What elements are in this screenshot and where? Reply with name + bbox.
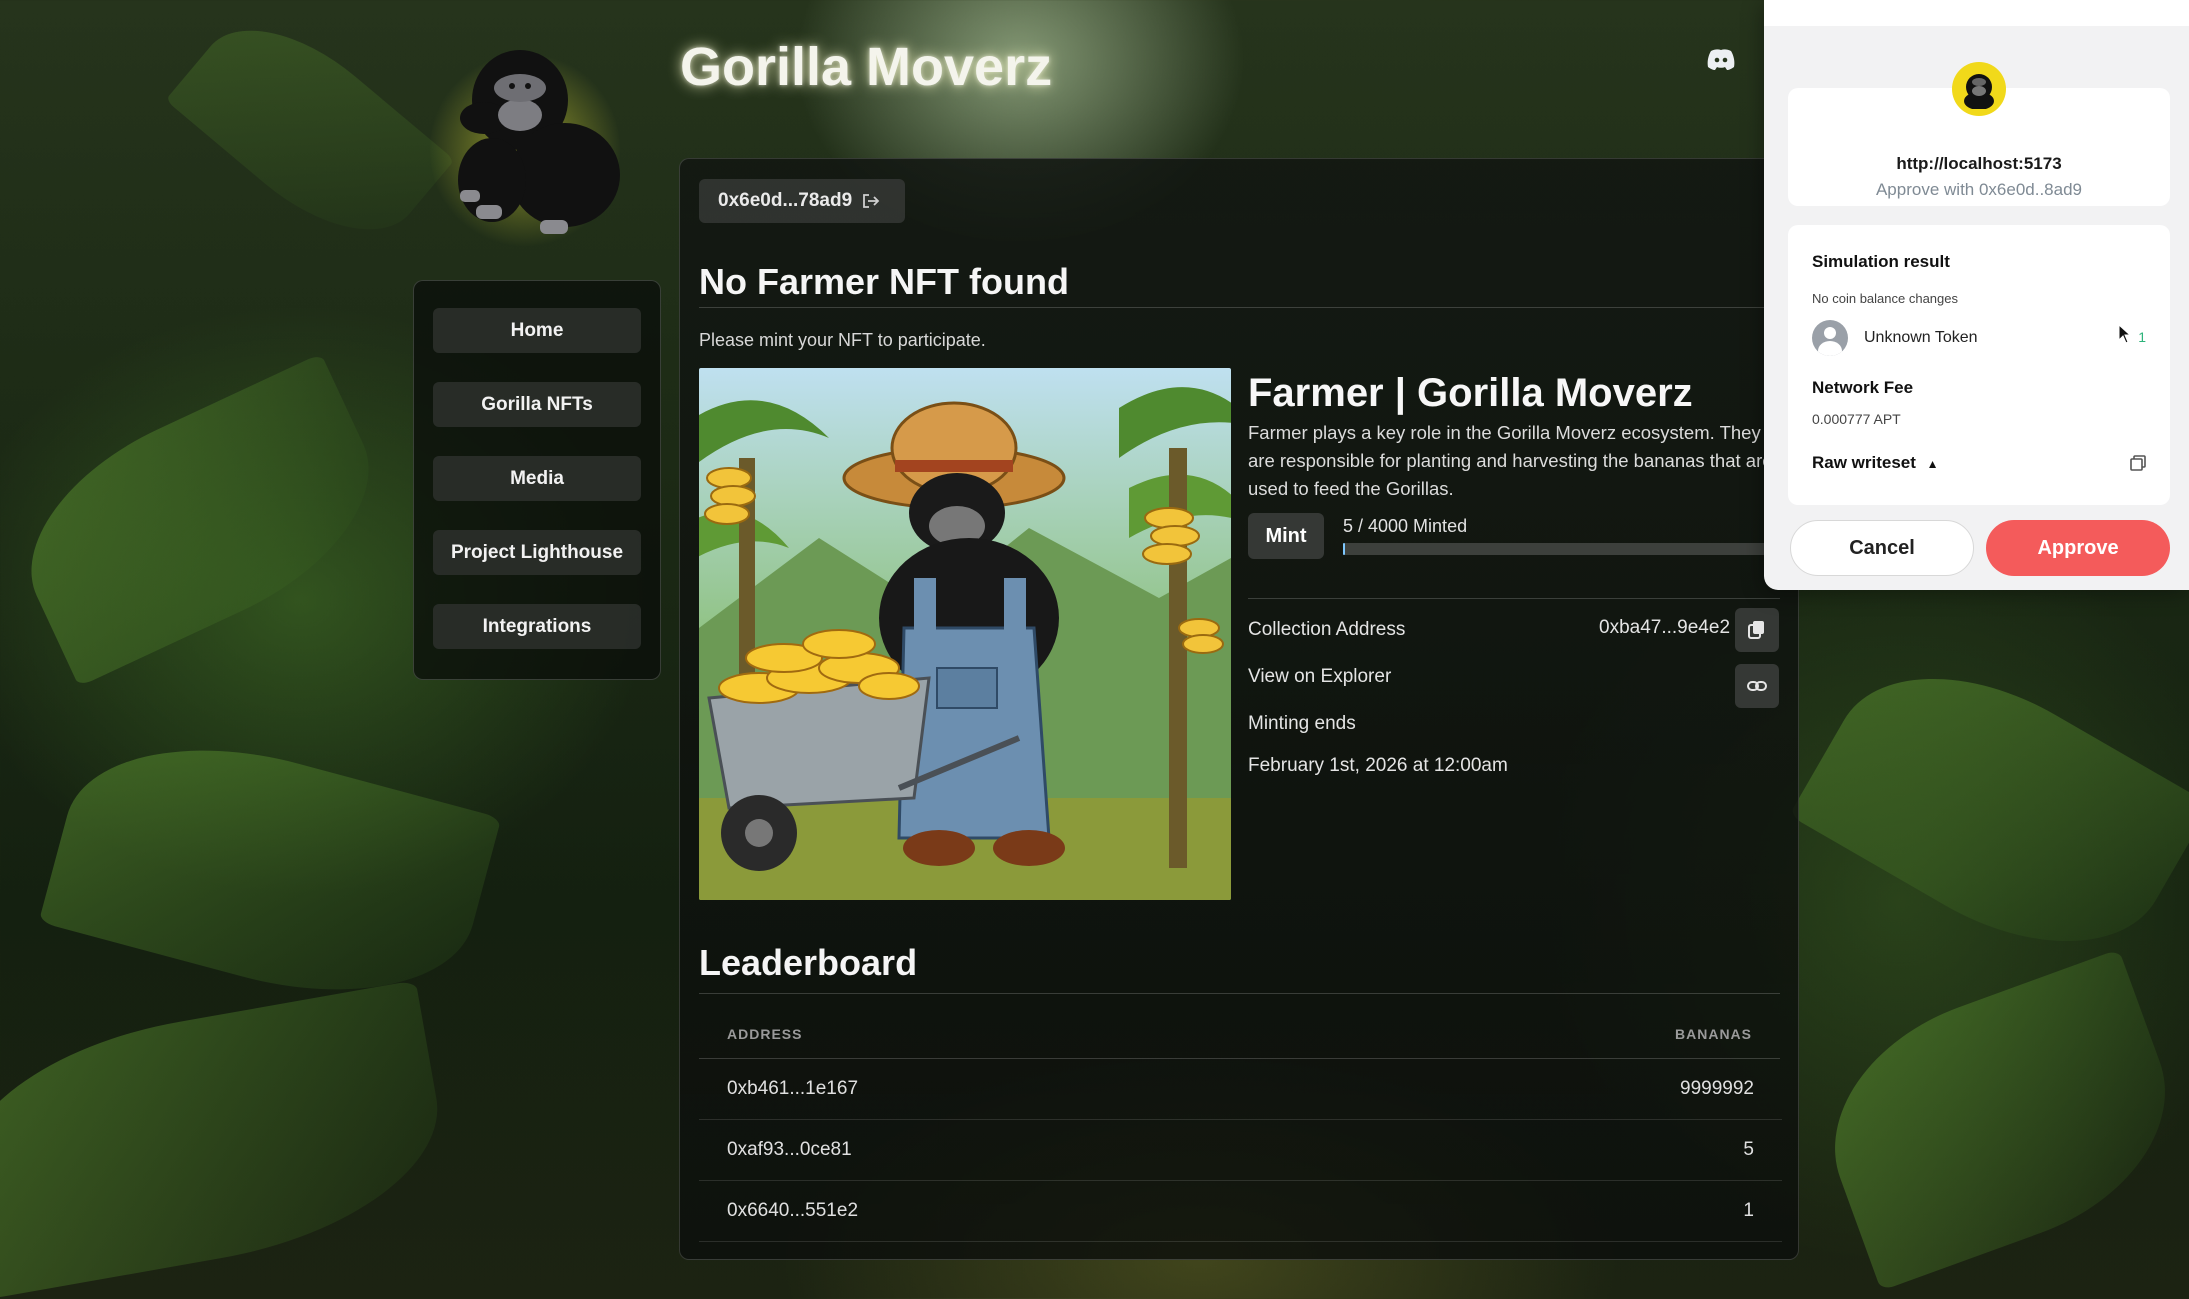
background-foliage — [0, 980, 458, 1299]
simulation-title: Simulation result — [1812, 252, 1950, 271]
approve-button[interactable]: Approve — [1986, 520, 2170, 576]
gorilla-icon — [458, 50, 620, 234]
row-bananas: 1 — [1743, 1200, 1754, 1221]
nft-title: Farmer | Gorilla Moverz — [1248, 371, 1693, 415]
gorilla-avatar-icon — [1964, 74, 1994, 109]
divider — [1248, 598, 1780, 599]
mint-hint: Please mint your NFT to participate. — [699, 330, 986, 350]
network-fee-value: 0.000777 APT — [1812, 411, 1901, 427]
mint-progress-fill — [1343, 543, 1346, 555]
site-title: Gorilla Moverz — [680, 37, 1053, 97]
main-panel: 0x6e0d...78ad9 No Farmer NFT found Pleas… — [679, 158, 1799, 1260]
row-bananas: 9999992 — [1680, 1078, 1754, 1099]
row-address: 0xaf93...0ce81 — [727, 1139, 852, 1160]
account-address: 0x6e0d...78ad9 — [718, 190, 853, 211]
token-avatar-icon — [1812, 320, 1848, 356]
row-bananas: 5 — [1743, 1139, 1754, 1160]
farmer-heading: No Farmer NFT found — [699, 261, 1069, 302]
table-row[interactable]: 0xaf93...0ce81 5 — [699, 1120, 1782, 1181]
network-fee-title: Network Fee — [1812, 378, 1914, 397]
minting-ends-value: February 1st, 2026 at 12:00am — [1248, 755, 1508, 776]
nft-description: Farmer plays a key role in the Gorilla M… — [1248, 422, 1773, 499]
gorilla-logo[interactable] — [420, 30, 620, 250]
divider — [699, 993, 1780, 994]
background-foliage — [1799, 949, 2189, 1291]
request-origin: http://localhost:5173 — [1896, 154, 2062, 173]
nav-item-project-lighthouse[interactable]: Project Lighthouse — [433, 530, 641, 575]
nav-item-integrations[interactable]: Integrations — [433, 604, 641, 649]
simulation-card: Simulation result No coin balance change… — [1788, 225, 2170, 505]
copy-address-button[interactable] — [1735, 608, 1779, 652]
leaderboard-col-address: ADDRESS — [727, 1026, 803, 1042]
farmer-gorilla-illustration — [699, 368, 1231, 900]
link-icon — [1747, 681, 1767, 691]
nav-item-media[interactable]: Media — [433, 456, 641, 501]
sidebar-nav: Home Gorilla NFTs Media Project Lighthou… — [413, 280, 661, 680]
discord-icon[interactable] — [1706, 47, 1736, 71]
mouse-cursor-icon — [2118, 324, 2132, 344]
row-address: 0x6640...551e2 — [727, 1200, 859, 1221]
background-foliage — [38, 709, 502, 1031]
account-address-button[interactable]: 0x6e0d...78ad9 — [699, 179, 905, 223]
logout-icon — [863, 194, 880, 208]
collection-address-value: 0xba47...9e4e2 — [1599, 617, 1731, 638]
minting-ends-label: Minting ends — [1248, 713, 1356, 734]
raw-writeset-label: Raw writeset — [1812, 453, 1916, 472]
nav-item-gorilla-nfts[interactable]: Gorilla NFTs — [433, 382, 641, 427]
mint-button[interactable]: Mint — [1248, 513, 1324, 559]
site-avatar — [1952, 62, 2006, 116]
no-balance-changes: No coin balance changes — [1812, 291, 1958, 306]
token-amount: 1 — [2138, 329, 2146, 345]
background-foliage — [1789, 624, 2189, 996]
explorer-link-button[interactable] — [1735, 664, 1779, 708]
table-row[interactable]: 0xb461...1e167 9999992 — [699, 1059, 1782, 1120]
chevron-up-icon: ▲ — [1926, 457, 1939, 471]
token-name: Unknown Token — [1864, 329, 1978, 346]
table-row[interactable]: 0x6640...551e2 1 — [699, 1181, 1782, 1242]
popup-top-bar — [1764, 0, 2189, 26]
expand-icon[interactable] — [2130, 455, 2146, 471]
leaderboard-heading: Leaderboard — [699, 942, 918, 983]
farmer-nft-image — [699, 368, 1231, 900]
copy-icon — [1748, 621, 1764, 639]
nav-item-home[interactable]: Home — [433, 308, 641, 353]
background-foliage — [0, 353, 406, 687]
divider — [699, 307, 1780, 308]
approve-with-account: Approve with 0x6e0d..8ad9 — [1875, 180, 2083, 199]
background-foliage — [165, 0, 455, 268]
cancel-button[interactable]: Cancel — [1790, 520, 1974, 576]
view-on-explorer-label: View on Explorer — [1248, 666, 1392, 687]
raw-writeset-toggle[interactable]: Raw writeset ▲ — [1812, 453, 1939, 473]
row-address: 0xb461...1e167 — [727, 1078, 859, 1099]
collection-address-label: Collection Address — [1248, 619, 1406, 640]
mint-progress-bar — [1343, 543, 1783, 555]
minted-count: 5 / 4000 Minted — [1343, 516, 1468, 536]
leaderboard-col-bananas: BANANAS — [1675, 1026, 1752, 1042]
